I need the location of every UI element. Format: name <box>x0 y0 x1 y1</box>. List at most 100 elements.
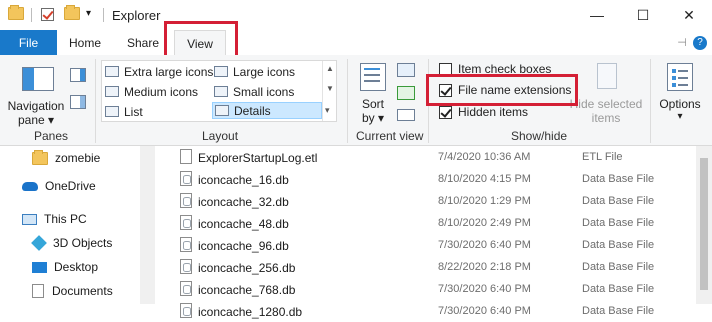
file-type: Data Base File <box>582 173 655 185</box>
close-button[interactable]: ✕ <box>666 0 712 30</box>
details-pane-icon[interactable] <box>70 95 86 109</box>
database-file-icon <box>180 303 192 318</box>
layout-extra-large-icons[interactable]: Extra large icons <box>105 63 213 80</box>
item-check-boxes-checkbox[interactable] <box>439 63 452 76</box>
file-row[interactable]: iconcache_1280.db 7/30/2020 6:40 PM Data B… <box>156 300 696 322</box>
hidden-items-label[interactable]: Hidden items <box>458 105 528 119</box>
nav-item-3d-objects[interactable]: 3D Objects <box>31 231 112 255</box>
new-folder-icon[interactable] <box>64 5 80 20</box>
pin-ribbon-icon[interactable]: ⊣ <box>674 30 690 55</box>
cloud-icon <box>22 181 38 191</box>
documents-icon <box>32 284 44 298</box>
options-button[interactable]: Options ▾ <box>654 59 706 125</box>
add-columns-icon[interactable] <box>397 86 415 100</box>
database-file-icon <box>180 215 192 230</box>
file-row[interactable]: iconcache_16.db 8/10/2020 4:15 PM Data Bas… <box>156 168 696 190</box>
folder-icon <box>32 149 48 165</box>
medium-icons-icon <box>105 86 119 97</box>
tab-home[interactable]: Home <box>62 30 108 55</box>
file-row[interactable]: iconcache_96.db 7/30/2020 6:40 PM Data Bas… <box>156 234 696 256</box>
tab-view[interactable]: View <box>174 30 226 56</box>
layout-gallery: Extra large icons Large icons Medium ico… <box>101 60 337 122</box>
file-name-extensions-label[interactable]: File name extensions <box>458 83 571 97</box>
item-check-boxes-label[interactable]: Item check boxes <box>458 62 551 76</box>
hidden-items-checkbox[interactable] <box>439 106 452 119</box>
more-icon[interactable]: ▾ <box>325 105 330 116</box>
nav-item-desktop[interactable]: Desktop <box>32 255 98 279</box>
navigation-pane-button[interactable]: Navigation pane ▾ <box>4 59 68 127</box>
scroll-up-icon[interactable]: ▲ <box>326 64 334 73</box>
minimize-button[interactable]: — <box>574 0 620 30</box>
navigation-scrollbar[interactable] <box>140 146 155 304</box>
file-row[interactable]: iconcache_32.db 8/10/2020 1:29 PM Data Bas… <box>156 190 696 212</box>
file-type: Data Base File <box>582 195 655 207</box>
navigation-pane-label: Navigation <box>7 99 65 113</box>
file-name-extensions-checkbox[interactable] <box>439 84 452 97</box>
ribbon-tabs: File Home Share View ⊣ ? <box>0 30 712 56</box>
file-row[interactable]: iconcache_256.db 8/22/2020 2:18 PM Data Ba… <box>156 256 696 278</box>
file-date: 7/30/2020 6:40 PM <box>438 239 531 251</box>
nav-item-onedrive[interactable]: OneDrive <box>22 174 96 198</box>
size-columns-icon[interactable] <box>397 109 415 121</box>
sort-by-label-2: by ▾ <box>361 111 385 125</box>
file-list-scrollbar[interactable] <box>696 146 712 304</box>
details-icon <box>215 105 229 116</box>
tab-file[interactable]: File <box>0 30 57 55</box>
file-name: iconcache_256.db <box>198 261 296 275</box>
hide-selected-items-button[interactable]: Hide selected items <box>566 59 646 125</box>
customize-toolbar-icon[interactable]: ▾ <box>86 8 91 24</box>
database-file-icon <box>180 193 192 208</box>
layout-small-icons[interactable]: Small icons <box>214 83 294 100</box>
tab-share[interactable]: Share <box>120 30 166 55</box>
layout-medium-icons[interactable]: Medium icons <box>105 83 198 100</box>
file-name: ExplorerStartupLog.etl <box>198 151 318 165</box>
navigation-pane-icon <box>22 67 54 91</box>
layout-large-icons[interactable]: Large icons <box>214 63 295 80</box>
nav-item-label: zomebie <box>55 151 101 165</box>
file-list: ExplorerStartupLog.etl 7/4/2020 10:36 AM E… <box>156 146 696 319</box>
file-type: Data Base File <box>582 217 655 229</box>
hide-selected-label: Hide selected <box>569 97 643 111</box>
layout-details[interactable]: Details <box>212 102 322 119</box>
file-type: Data Base File <box>582 239 655 251</box>
file-date: 7/30/2020 6:40 PM <box>438 305 531 317</box>
large-icons-icon <box>214 66 228 77</box>
options-label: Options <box>659 97 701 111</box>
nav-item-label: This PC <box>44 212 87 226</box>
file-row[interactable]: iconcache_768.db 7/30/2020 6:40 PM Data Ba… <box>156 278 696 300</box>
properties-icon[interactable] <box>41 8 54 21</box>
help-icon: ? <box>693 35 707 50</box>
extra-large-icons-icon <box>105 66 119 77</box>
scrollbar-thumb[interactable] <box>700 158 708 290</box>
preview-pane-icon[interactable] <box>70 68 86 82</box>
divider <box>347 59 348 143</box>
nav-item-zomebie[interactable]: zomebie <box>32 146 100 170</box>
group-by-icon[interactable] <box>397 63 415 77</box>
navigation-pane: zomebie OneDrive This PC 3D Objects Desk… <box>0 146 155 304</box>
file-row[interactable]: iconcache_48.db 8/10/2020 2:49 PM Data Bas… <box>156 212 696 234</box>
small-icons-icon <box>214 86 228 97</box>
layout-item-label: Extra large icons <box>124 64 214 79</box>
layout-item-label: Large icons <box>233 64 296 79</box>
layout-item-label: Details <box>234 103 271 118</box>
group-label-current-view: Current view <box>356 129 424 143</box>
help-button[interactable]: ? <box>692 30 708 55</box>
file-date: 8/10/2020 4:15 PM <box>438 173 531 185</box>
file-name: iconcache_96.db <box>198 239 289 253</box>
nav-item-this-pc[interactable]: This PC <box>22 207 87 231</box>
layout-list[interactable]: List <box>105 103 143 120</box>
nav-item-documents[interactable]: Documents <box>32 279 113 303</box>
sort-by-button[interactable]: Sort by ▾ <box>355 60 391 125</box>
nav-item-label: Desktop <box>54 260 99 274</box>
file-type: ETL File <box>582 151 623 163</box>
file-row[interactable]: ExplorerStartupLog.etl 7/4/2020 10:36 AM E… <box>156 146 696 168</box>
maximize-button[interactable]: ☐ <box>620 0 666 30</box>
sort-by-label: Sort <box>361 97 384 111</box>
folder-icon[interactable] <box>8 5 24 20</box>
scroll-down-icon[interactable]: ▼ <box>326 84 334 93</box>
nav-item-label: OneDrive <box>45 179 96 193</box>
layout-gallery-scroll[interactable]: ▲ ▼ ▾ <box>322 61 336 121</box>
file-name: iconcache_1280.db <box>198 305 303 319</box>
database-file-icon <box>180 281 192 296</box>
group-label-panes: Panes <box>34 129 69 143</box>
